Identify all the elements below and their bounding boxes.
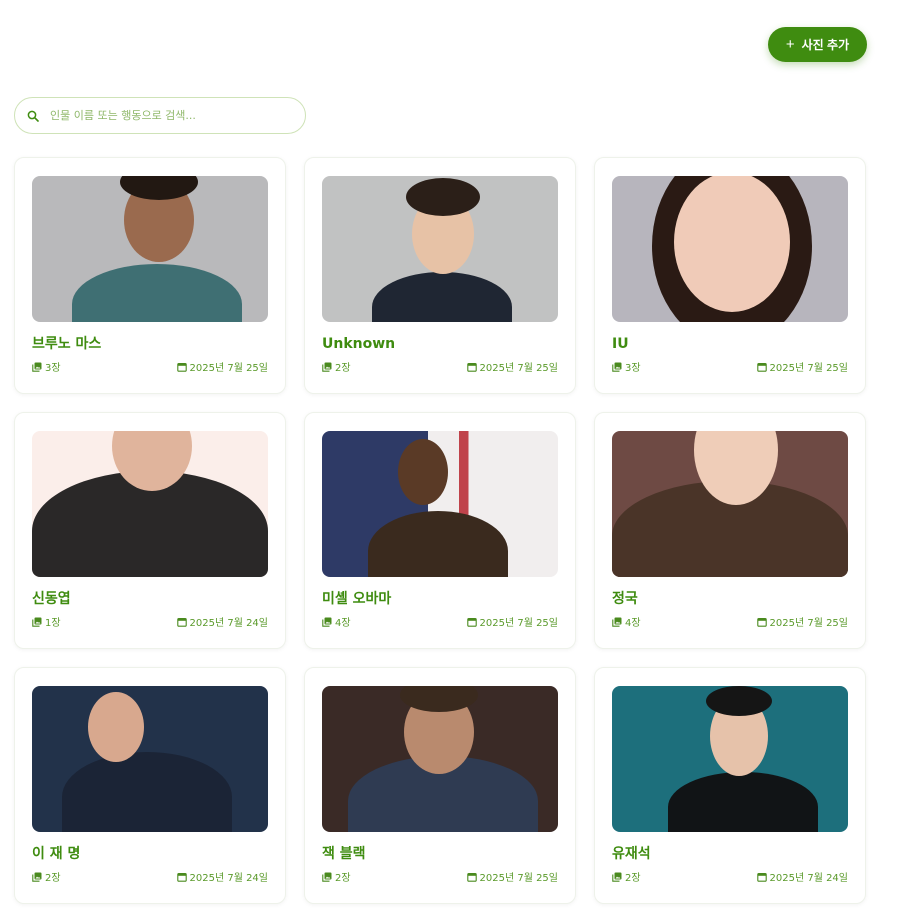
calendar-icon bbox=[176, 362, 187, 372]
photo-library-icon bbox=[612, 617, 622, 627]
date-added: 2025년 7월 24일 bbox=[176, 869, 268, 884]
photo-library-icon bbox=[612, 872, 622, 882]
person-photo bbox=[612, 431, 848, 577]
person-name: 잭 블랙 bbox=[322, 846, 366, 862]
people-gallery-page: + 사진 추가 브루노 마스 3장 2 bbox=[0, 0, 904, 914]
person-meta: 2장 2025년 7월 24일 bbox=[612, 869, 848, 884]
person-meta: 3장 2025년 7월 25일 bbox=[612, 359, 848, 374]
photo-library-icon bbox=[612, 362, 622, 372]
person-name: Unknown bbox=[322, 336, 396, 352]
add-photo-label: 사진 추가 bbox=[801, 38, 850, 52]
photo-count: 2장 bbox=[32, 869, 61, 884]
person-photo bbox=[32, 431, 268, 577]
person-card[interactable]: 정국 4장 2025년 7월 25일 bbox=[594, 412, 866, 649]
photo-count: 4장 bbox=[322, 614, 351, 629]
person-meta: 2장 2025년 7월 24일 bbox=[32, 869, 268, 884]
date-added: 2025년 7월 25일 bbox=[466, 359, 558, 374]
person-card[interactable]: 신동엽 1장 2025년 7월 24일 bbox=[14, 412, 286, 649]
date-added: 2025년 7월 24일 bbox=[756, 869, 848, 884]
person-name: 브루노 마스 bbox=[32, 336, 102, 352]
calendar-icon bbox=[756, 617, 767, 627]
photo-count: 2장 bbox=[322, 869, 351, 884]
person-meta: 4장 2025년 7월 25일 bbox=[322, 614, 558, 629]
photo-count: 3장 bbox=[32, 359, 61, 374]
person-grid: 브루노 마스 3장 2025년 7월 25일 Unknown 2장 2025년 … bbox=[14, 157, 866, 904]
person-photo bbox=[322, 176, 558, 322]
person-card[interactable]: IU 3장 2025년 7월 25일 bbox=[594, 157, 866, 394]
person-photo bbox=[612, 176, 848, 322]
photo-count: 4장 bbox=[612, 614, 641, 629]
date-added: 2025년 7월 25일 bbox=[756, 359, 848, 374]
photo-count: 1장 bbox=[32, 614, 61, 629]
calendar-icon bbox=[466, 872, 477, 882]
person-meta: 3장 2025년 7월 25일 bbox=[32, 359, 268, 374]
person-meta: 1장 2025년 7월 24일 bbox=[32, 614, 268, 629]
person-meta: 2장 2025년 7월 25일 bbox=[322, 359, 558, 374]
photo-library-icon bbox=[32, 617, 42, 627]
calendar-icon bbox=[756, 872, 767, 882]
photo-library-icon bbox=[32, 872, 42, 882]
calendar-icon bbox=[176, 872, 187, 882]
person-card[interactable]: 미셸 오바마 4장 2025년 7월 25일 bbox=[304, 412, 576, 649]
search-icon bbox=[27, 110, 39, 122]
person-card[interactable]: Unknown 2장 2025년 7월 25일 bbox=[304, 157, 576, 394]
photo-library-icon bbox=[32, 362, 42, 372]
date-added: 2025년 7월 24일 bbox=[176, 614, 268, 629]
photo-count: 3장 bbox=[612, 359, 641, 374]
date-added: 2025년 7월 25일 bbox=[176, 359, 268, 374]
person-photo bbox=[612, 686, 848, 832]
calendar-icon bbox=[466, 362, 477, 372]
photo-count: 2장 bbox=[612, 869, 641, 884]
person-name: 미셸 오바마 bbox=[322, 591, 392, 607]
person-name: 이 재 명 bbox=[32, 846, 81, 862]
person-name: 유재석 bbox=[612, 846, 651, 862]
photo-count: 2장 bbox=[322, 359, 351, 374]
person-card[interactable]: 유재석 2장 2025년 7월 24일 bbox=[594, 667, 866, 904]
plus-icon: + bbox=[785, 36, 795, 53]
person-card[interactable]: 잭 블랙 2장 2025년 7월 25일 bbox=[304, 667, 576, 904]
photo-library-icon bbox=[322, 617, 332, 627]
photo-library-icon bbox=[322, 872, 332, 882]
person-photo bbox=[322, 431, 558, 577]
date-added: 2025년 7월 25일 bbox=[756, 614, 848, 629]
person-name: IU bbox=[612, 336, 629, 352]
search-box[interactable] bbox=[14, 97, 306, 134]
calendar-icon bbox=[756, 362, 767, 372]
person-name: 정국 bbox=[612, 591, 638, 607]
person-photo bbox=[322, 686, 558, 832]
person-meta: 4장 2025년 7월 25일 bbox=[612, 614, 848, 629]
person-photo bbox=[32, 686, 268, 832]
photo-library-icon bbox=[322, 362, 332, 372]
add-photo-button[interactable]: + 사진 추가 bbox=[768, 27, 867, 62]
person-photo bbox=[32, 176, 268, 322]
search-input[interactable] bbox=[50, 109, 290, 122]
date-added: 2025년 7월 25일 bbox=[466, 869, 558, 884]
calendar-icon bbox=[176, 617, 187, 627]
person-name: 신동엽 bbox=[32, 591, 71, 607]
person-card[interactable]: 이 재 명 2장 2025년 7월 24일 bbox=[14, 667, 286, 904]
date-added: 2025년 7월 25일 bbox=[466, 614, 558, 629]
calendar-icon bbox=[466, 617, 477, 627]
person-meta: 2장 2025년 7월 25일 bbox=[322, 869, 558, 884]
person-card[interactable]: 브루노 마스 3장 2025년 7월 25일 bbox=[14, 157, 286, 394]
